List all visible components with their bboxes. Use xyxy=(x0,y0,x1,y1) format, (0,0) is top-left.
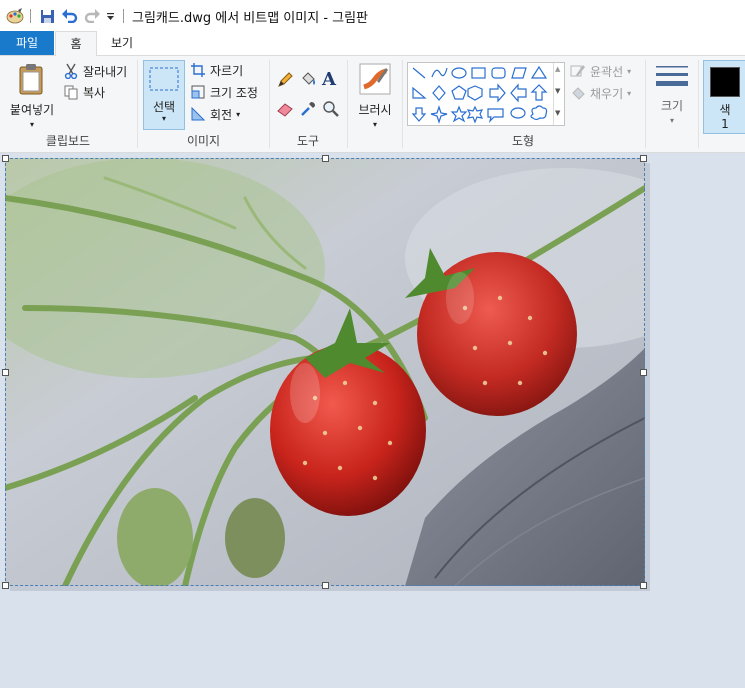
separator xyxy=(123,9,124,23)
shapes-gallery[interactable]: ▲ ▼ ▼ xyxy=(407,62,565,126)
group-separator xyxy=(698,60,699,148)
copy-button[interactable]: 복사 xyxy=(62,83,105,101)
brushes-label: 브러시 xyxy=(358,103,392,117)
chevron-down-icon: ▾ xyxy=(372,120,377,129)
save-icon[interactable] xyxy=(38,7,56,25)
ribbon-tabs: 파일 홈 보기 xyxy=(0,31,745,57)
text-tool-icon[interactable]: A xyxy=(322,69,336,90)
redo-icon[interactable] xyxy=(83,7,101,25)
resize-handle[interactable] xyxy=(640,369,647,376)
crop-label: 자르기 xyxy=(210,63,244,78)
drawing-canvas[interactable] xyxy=(5,158,645,586)
shapes-grid-icon xyxy=(411,65,548,124)
group-label-clipboard: 클립보드 xyxy=(45,134,91,148)
chevron-down-icon: ▾ xyxy=(669,116,674,125)
select-button[interactable]: 선택 ▾ xyxy=(143,60,185,130)
resize-handle[interactable] xyxy=(322,582,329,589)
resize-handle[interactable] xyxy=(2,582,9,589)
resize-button[interactable]: 크기 조정 xyxy=(189,83,258,101)
expand-gallery-icon[interactable]: ▼ xyxy=(555,109,560,117)
outline-label: 윤곽선 xyxy=(590,64,624,79)
resize-handle[interactable] xyxy=(640,155,647,162)
strawberry-photo xyxy=(5,158,645,586)
paste-button[interactable]: 붙여넣기 ▾ xyxy=(6,60,58,129)
brush-icon xyxy=(359,63,391,98)
crop-button[interactable]: 자르기 xyxy=(189,61,243,79)
scroll-up-icon[interactable]: ▲ xyxy=(555,65,560,73)
title-bar: 그림캐드.dwg 에서 비트맵 이미지 - 그림판 xyxy=(0,0,745,31)
chevron-down-icon: ▾ xyxy=(627,66,632,76)
copy-label: 복사 xyxy=(83,85,106,100)
customize-dropdown-icon[interactable] xyxy=(104,7,116,25)
tab-file[interactable]: 파일 xyxy=(0,31,54,55)
ribbon: 붙여넣기 ▾ 잘라내기 복사 클립보드 선택 ▾ 자르기 크기 조정 회전 ▾ … xyxy=(0,56,745,153)
chevron-down-icon: ▾ xyxy=(236,109,241,119)
resize-label: 크기 조정 xyxy=(210,85,258,100)
tab-home[interactable]: 홈 xyxy=(55,31,97,57)
rectangle-select-icon xyxy=(149,67,179,94)
group-separator xyxy=(347,60,348,148)
rotate-button[interactable]: 회전 ▾ xyxy=(189,105,240,123)
color1-swatch xyxy=(710,67,740,97)
outline-button[interactable]: 윤곽선 ▾ xyxy=(569,62,631,80)
fill-button[interactable]: 채우기 ▾ xyxy=(569,84,631,102)
resize-icon xyxy=(189,83,207,101)
paste-label: 붙여넣기 xyxy=(9,103,55,117)
canvas-area[interactable] xyxy=(0,153,745,688)
fill-bucket-icon[interactable] xyxy=(299,71,317,89)
color1-label: 색 xyxy=(719,103,731,117)
shapes-scrollbar[interactable]: ▲ ▼ ▼ xyxy=(553,63,564,125)
resize-handle[interactable] xyxy=(2,369,9,376)
color1-number: 1 xyxy=(721,117,729,131)
color1-button[interactable]: 색 1 xyxy=(703,60,745,134)
size-label: 크기 xyxy=(660,99,684,113)
fill-label: 채우기 xyxy=(590,86,624,101)
chevron-down-icon: ▾ xyxy=(627,88,632,98)
eraser-icon[interactable] xyxy=(276,100,294,118)
line-width-icon xyxy=(656,64,688,95)
color-picker-icon[interactable] xyxy=(299,100,317,118)
group-label-image: 이미지 xyxy=(186,134,221,148)
brushes-button[interactable]: 브러시 ▾ xyxy=(352,60,398,129)
rotate-icon xyxy=(189,105,207,123)
select-label: 선택 xyxy=(152,100,176,114)
group-label-tools: 도구 xyxy=(296,134,320,148)
group-separator xyxy=(645,60,646,148)
chevron-down-icon: ▾ xyxy=(161,114,166,123)
fill-icon xyxy=(569,84,587,102)
copy-icon xyxy=(62,83,80,101)
resize-handle[interactable] xyxy=(2,155,9,162)
crop-icon xyxy=(189,61,207,79)
paint-app-icon[interactable] xyxy=(5,7,25,25)
scissors-icon xyxy=(62,62,80,80)
resize-handle[interactable] xyxy=(322,155,329,162)
outline-pen-icon xyxy=(569,62,587,80)
group-label-shapes: 도형 xyxy=(511,134,535,148)
pencil-icon[interactable] xyxy=(276,71,294,89)
undo-icon[interactable] xyxy=(61,7,79,25)
resize-handle[interactable] xyxy=(640,582,647,589)
separator xyxy=(30,9,31,23)
scroll-down-icon[interactable]: ▼ xyxy=(555,87,560,95)
cut-button[interactable]: 잘라내기 xyxy=(62,62,127,80)
magnifier-icon[interactable] xyxy=(322,100,340,118)
cut-label: 잘라내기 xyxy=(83,64,128,79)
clipboard-icon xyxy=(18,63,46,98)
size-button[interactable]: 크기 ▾ xyxy=(650,60,694,128)
rotate-label: 회전 xyxy=(210,107,233,122)
window-title: 그림캐드.dwg 에서 비트맵 이미지 - 그림판 xyxy=(132,11,369,26)
tab-view[interactable]: 보기 xyxy=(100,31,144,55)
chevron-down-icon: ▾ xyxy=(29,120,34,129)
